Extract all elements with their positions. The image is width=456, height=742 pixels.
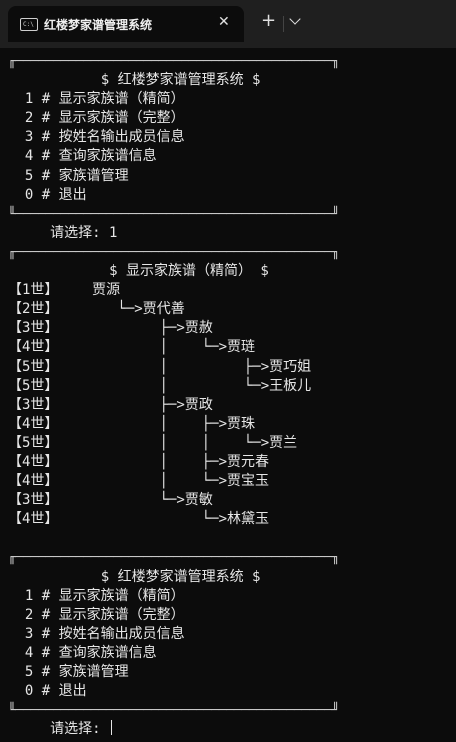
tree-top-border: ╓───────────────────────────────────────… (8, 244, 340, 260)
menu-item: 0 # 退出 (8, 683, 87, 700)
menu-item: 0 # 退出 (8, 186, 87, 203)
tree-row: 【3世】 ├─>贾政 (8, 396, 213, 413)
menu-item: 5 # 家族谱管理 (8, 167, 129, 184)
tab-title: 红楼梦家谱管理系统 (44, 18, 153, 32)
menu-header: $ 红楼梦家谱管理系统 $ (8, 72, 261, 89)
menu-item: 4 # 查询家族谱信息 (8, 148, 157, 165)
tree-row: 【4世】 │ ├─>贾珠 (8, 415, 256, 432)
tree-row: 【3世】 ├─>贾赦 (8, 320, 213, 337)
terminal-output[interactable]: ╓───────────────────────────────────────… (8, 52, 456, 739)
chevron-down-icon[interactable] (289, 13, 301, 25)
tree-row: 【5世】 │ ├─>贾巧姐 (8, 358, 312, 375)
menu-bottom-border: ╙───────────────────────────────────────… (8, 206, 340, 222)
tree-row: 【4世】 │ └─>贾宝玉 (8, 473, 270, 490)
menu-item: 3 # 按姓名输出成员信息 (8, 625, 185, 642)
menu-item: 2 # 显示家族谱（完整） (8, 110, 185, 127)
menu-item: 5 # 家族谱管理 (8, 664, 129, 680)
tree-row: 【5世】 │ └─>王板儿 (8, 377, 312, 394)
tree-row: 【4世】 │ └─>贾琏 (8, 339, 256, 356)
new-tab-icon[interactable]: + (261, 11, 276, 31)
menu-item: 4 # 查询家族谱信息 (8, 644, 157, 661)
close-tab-icon[interactable]: ✕ (218, 14, 230, 30)
terminal-icon: C:\ (20, 18, 38, 31)
tree-row: 【1世】 贾源 (8, 282, 121, 299)
menu-item: 3 # 按姓名输出成员信息 (8, 129, 185, 146)
tree-row: 【4世】 └─>林黛玉 (8, 511, 270, 528)
terminal-tab[interactable]: C:\ 红楼梦家谱管理系统 ✕ (8, 6, 244, 42)
menu-top-border: ╓───────────────────────────────────────… (8, 550, 340, 566)
menu-bottom-border: ╙───────────────────────────────────────… (8, 703, 340, 719)
menu-item: 1 # 显示家族谱（精简） (8, 587, 185, 604)
tree-row: 【5世】 │ │ └─>贾兰 (8, 434, 298, 451)
menu-top-border: ╓───────────────────────────────────────… (8, 54, 340, 69)
text-cursor (111, 720, 113, 736)
menu-item: 1 # 显示家族谱（精简） (8, 91, 185, 108)
tree-row: 【4世】 │ ├─>贾元春 (8, 453, 270, 470)
divider (283, 16, 284, 32)
tree-row: 【2世】 └─>贾代善 (8, 301, 185, 318)
prompt-line: 请选择: 1 (8, 224, 118, 241)
menu-header: $ 红楼梦家谱管理系统 $ (8, 568, 261, 585)
tree-row: 【3世】 └─>贾敏 (8, 492, 213, 509)
menu-item: 2 # 显示家族谱（完整） (8, 606, 185, 623)
prompt-label: 请选择: (8, 721, 110, 738)
title-bar: C:\ 红楼梦家谱管理系统 ✕ + (0, 0, 456, 48)
tree-header: $ 显示家族谱（精简） $ (8, 263, 269, 280)
input-prompt[interactable]: 请选择: (8, 720, 456, 739)
